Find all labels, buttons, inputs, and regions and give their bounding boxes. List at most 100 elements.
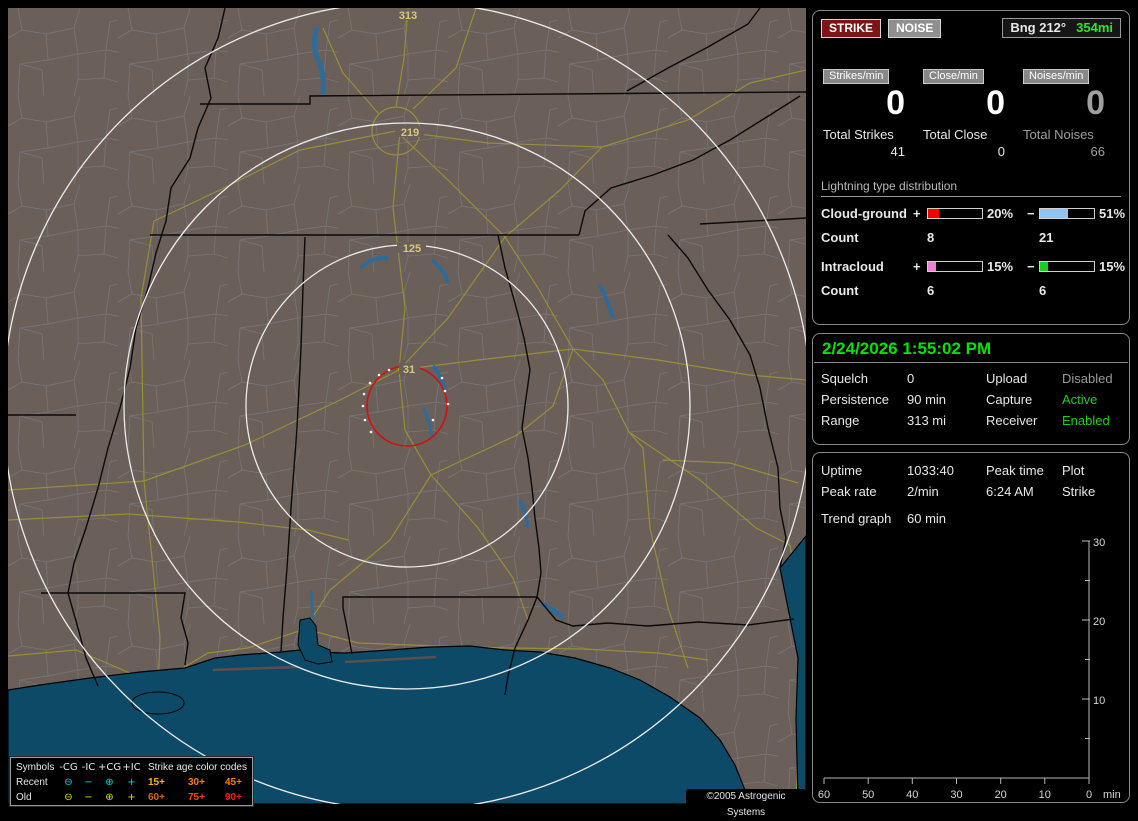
peak-rate-label: Peak rate — [821, 484, 877, 499]
intracloud-label: Intracloud — [821, 259, 884, 274]
lightning-map[interactable]: 313 219 125 31 — [8, 8, 806, 804]
x-tick-10: 10 — [1039, 789, 1051, 801]
close-per-min-label: Close/min — [923, 69, 984, 84]
count-label: Count — [821, 283, 859, 298]
ic-negative-bar — [1039, 261, 1095, 272]
ic-negative-count: 6 — [1039, 283, 1047, 298]
legend-old-label: Old — [16, 792, 32, 803]
peak-rate-value: 2/min — [907, 484, 939, 499]
age-15: 15+ — [148, 777, 165, 788]
peak-time-label: Peak time — [986, 463, 1044, 478]
total-noises-value: 66 — [1090, 144, 1105, 159]
upload-label: Upload — [986, 371, 1028, 386]
legend-recent-label: Recent — [16, 777, 48, 788]
circle-plus-icon: ⊕ — [105, 777, 114, 788]
x-tick-40: 40 — [906, 789, 918, 801]
legend-col-neg-ic: -IC — [81, 762, 96, 773]
cg-negative-bar — [1039, 208, 1095, 219]
symbol-legend: Symbols -CG -IC +CG +IC Strike age color… — [9, 756, 254, 807]
close-per-min-value: 0 — [986, 84, 1005, 122]
legend-symbols-header: Symbols — [16, 762, 55, 773]
legend-col-neg-cg: -CG — [59, 762, 78, 773]
map-canvas: 313 219 125 31 — [8, 8, 806, 804]
total-close-label: Total Close — [923, 127, 988, 142]
uptime-label: Uptime — [821, 463, 863, 478]
plot-value: Strike — [1062, 484, 1096, 499]
ring-label-125: 125 — [403, 243, 421, 255]
ic-positive-bar — [927, 261, 983, 272]
ic-negative-pct: 15% — [1099, 259, 1126, 274]
plus-icon: + — [127, 777, 136, 788]
x-axis-unit: min — [1103, 789, 1121, 801]
strike-counters-panel: STRIKE NOISE Bng 212° 354mi Strikes/min 0… — [812, 10, 1130, 325]
age-45: 45+ — [225, 777, 242, 788]
noises-counter: Noises/min 0 Total Noises 66 — [1023, 66, 1119, 159]
copyright-notice: ©2005 Astrogenic Systems — [686, 789, 806, 818]
noises-per-min-value: 0 — [1086, 84, 1105, 122]
upload-status: Disabled — [1062, 371, 1113, 386]
minus-icon: − — [84, 777, 93, 788]
minus-sign: − — [1027, 259, 1035, 274]
age-75: 75+ — [188, 792, 205, 803]
trend-graph-label: Trend graph — [821, 511, 892, 526]
age-90: 90+ — [225, 792, 242, 803]
range-label: Range — [821, 413, 860, 428]
ring-label-31: 31 — [403, 364, 415, 376]
ring-label-313: 313 — [399, 10, 417, 22]
total-strikes-label: Total Strikes — [823, 127, 894, 142]
circle-minus-icon: ⊖ — [64, 792, 73, 803]
capture-label: Capture — [986, 392, 1033, 407]
close-counter: Close/min 0 Total Close 0 — [923, 66, 1019, 159]
strike-button[interactable]: STRIKE — [821, 18, 882, 38]
age-60: 60+ — [148, 792, 165, 803]
total-strikes-value: 41 — [890, 144, 905, 159]
count-label: Count — [821, 230, 859, 245]
y-tick-20: 20 — [1093, 616, 1105, 628]
noises-per-min-label: Noises/min — [1023, 69, 1090, 84]
ic-positive-pct: 15% — [987, 259, 1014, 274]
minus-sign: − — [1027, 206, 1035, 221]
legend-col-pos-ic: +IC — [122, 762, 141, 773]
strikes-per-min-value: 0 — [886, 84, 905, 122]
bearing-readout: Bng 212° 354mi — [1002, 18, 1121, 38]
total-noises-label: Total Noises — [1023, 127, 1094, 142]
ring-label-219: 219 — [401, 127, 419, 139]
age-30: 30+ — [188, 777, 205, 788]
x-tick-0: 0 — [1086, 789, 1092, 801]
cg-positive-bar — [927, 208, 983, 219]
legend-age-header: Strike age color codes — [148, 762, 247, 773]
cg-positive-count: 8 — [927, 230, 935, 245]
noise-button[interactable]: NOISE — [888, 18, 942, 38]
lightning-type-distribution: Lightning type distribution Cloud-ground… — [821, 179, 1125, 298]
range-value: 313 mi — [907, 413, 947, 428]
total-close-value: 0 — [997, 144, 1005, 159]
x-tick-50: 50 — [862, 789, 874, 801]
circle-minus-icon: ⊖ — [64, 777, 73, 788]
strikes-counter: Strikes/min 0 Total Strikes 41 — [823, 66, 919, 159]
y-tick-30: 30 — [1093, 537, 1105, 549]
cg-negative-pct: 51% — [1099, 206, 1126, 221]
graph-axes — [824, 541, 1090, 779]
cg-negative-count: 21 — [1039, 230, 1054, 245]
plus-icon: + — [127, 792, 136, 803]
strikes-per-min-label: Strikes/min — [823, 69, 890, 84]
cloud-ground-label: Cloud-ground — [821, 206, 907, 221]
x-tick-60: 60 — [818, 789, 830, 801]
receiver-status: Enabled — [1062, 413, 1110, 428]
distribution-title: Lightning type distribution — [821, 179, 1121, 197]
bearing-value: Bng 212° — [1010, 20, 1067, 35]
persistence-label: Persistence — [821, 392, 889, 407]
plus-sign: + — [913, 259, 921, 274]
squelch-label: Squelch — [821, 371, 868, 386]
legend-col-pos-cg: +CG — [98, 762, 122, 773]
cg-positive-pct: 20% — [987, 206, 1014, 221]
capture-status: Active — [1062, 392, 1098, 407]
plus-sign: + — [913, 206, 921, 221]
persistence-value: 90 min — [907, 392, 947, 407]
squelch-value: 0 — [907, 371, 915, 386]
datetime-display: 2/24/2026 1:55:02 PM — [814, 334, 1128, 363]
trend-graph: 30 20 10 60 50 40 30 20 10 0 min — [818, 537, 1121, 801]
status-panel: 2/24/2026 1:55:02 PM Squelch 0 Upload Di… — [812, 333, 1130, 445]
x-tick-20: 20 — [995, 789, 1007, 801]
peak-time-value: 6:24 AM — [986, 484, 1034, 499]
